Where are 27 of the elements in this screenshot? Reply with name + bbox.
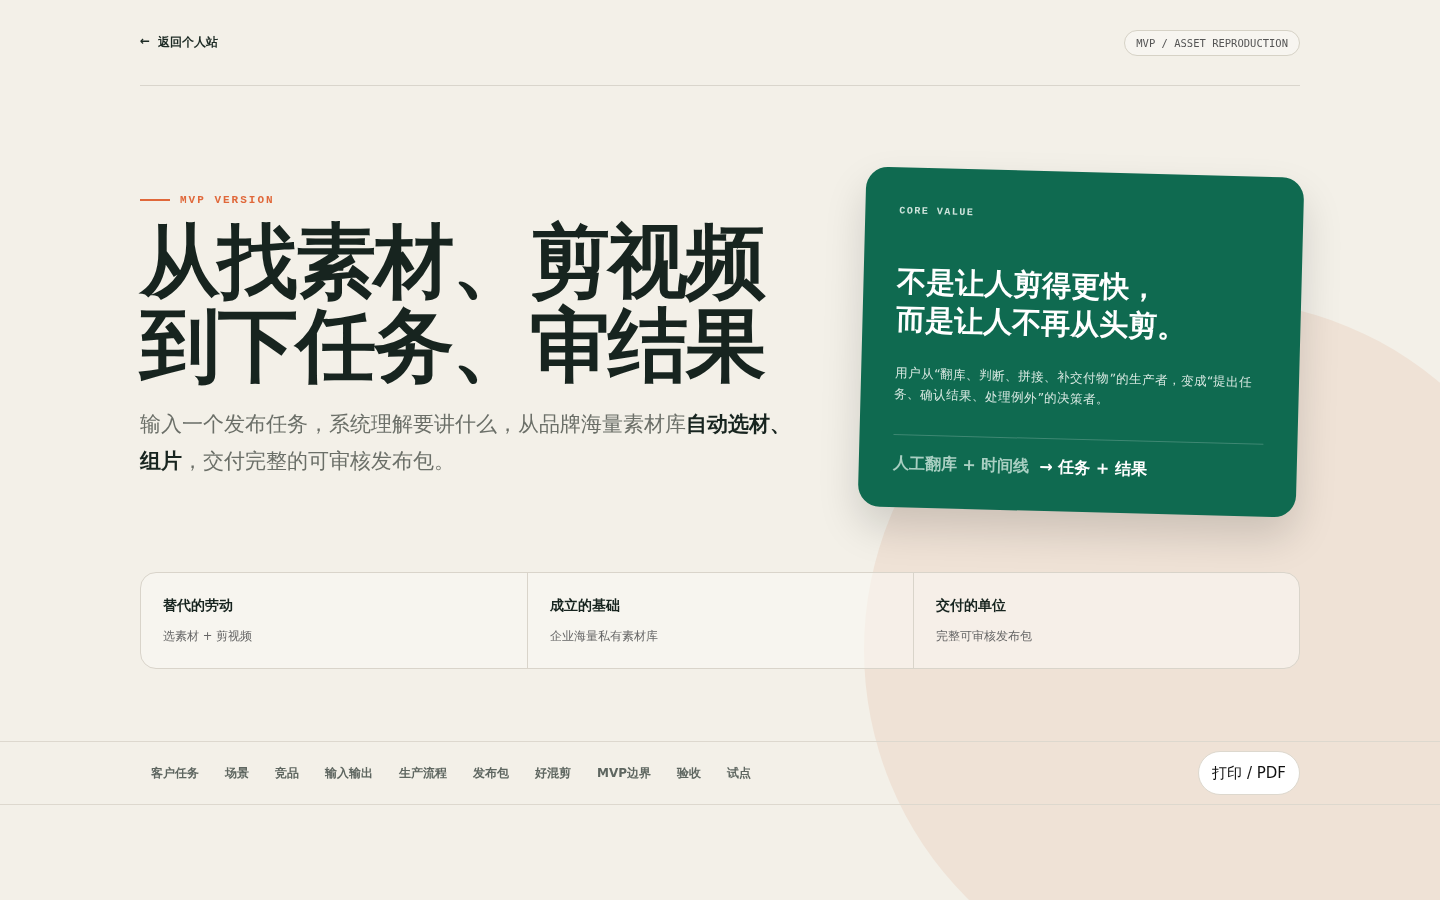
nav-link[interactable]: 发布包	[462, 764, 520, 782]
stat-value: 选素材 + 剪视频	[163, 629, 253, 644]
print-button[interactable]: 打印 / PDF	[1198, 751, 1300, 795]
card-headline: 不是让人剪得更快， 而是让人不再从头剪。	[896, 263, 1188, 346]
from-text: 人工翻库 + 时间线	[892, 453, 1030, 478]
nav-link[interactable]: 试点	[716, 764, 763, 782]
to-text: → 任务 + 结果	[1038, 456, 1147, 481]
nav-link[interactable]: 验收	[666, 764, 713, 782]
eyebrow-label: MVP VERSION	[180, 194, 275, 206]
hero-subtitle: 输入一个发布任务，系统理解要讲什么，从品牌海量素材库自动选材、组片，交付完整的可审核发布包。	[140, 411, 792, 475]
stat-title: 成立的基础	[550, 597, 621, 615]
stat-title: 替代的劳动	[163, 597, 234, 615]
stat-value: 完整可审核发布包	[936, 629, 1033, 644]
nav-link[interactable]: 场景	[214, 764, 260, 782]
nav-link[interactable]: 生产流程	[388, 764, 458, 782]
back-link[interactable]: ← 返回个人站	[140, 34, 219, 51]
nav-link[interactable]: 输入输出	[314, 764, 384, 782]
nav-link[interactable]: 竞品	[264, 764, 310, 782]
stat-value: 企业海量私有素材库	[550, 629, 659, 644]
nav-link[interactable]: 好混剪	[524, 764, 582, 782]
nav-link[interactable]: 客户任务	[140, 764, 210, 782]
card-eyebrow: CORE VALUE	[899, 205, 976, 221]
version-badge: MVP / ASSET REPRODUCTION	[1124, 29, 1300, 56]
stat-title: 交付的单位	[936, 597, 1007, 615]
card-body: 用户从“翻库、判断、拼接、补交付物”的生产者，变成“提出任务、确认结果、处理例外”的决策者。	[894, 364, 1254, 409]
nav-link[interactable]: MVP边界	[586, 764, 663, 782]
hero-title: 从找素材、剪视频 到下任务、审结果	[140, 220, 766, 388]
